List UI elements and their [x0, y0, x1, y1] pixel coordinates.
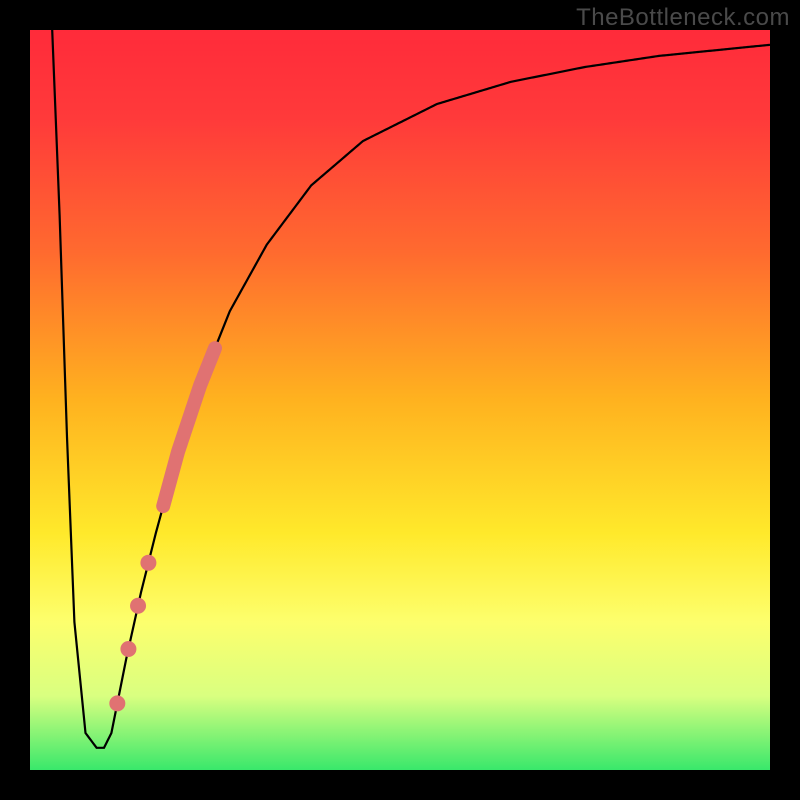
marker-dot: [140, 555, 156, 571]
bottleneck-curve: [52, 30, 770, 748]
curve-svg: [30, 30, 770, 770]
plot-area: [30, 30, 770, 770]
watermark-text: TheBottleneck.com: [576, 4, 790, 32]
marker-dot: [120, 641, 136, 657]
chart-frame: TheBottleneck.com: [0, 0, 800, 800]
marker-dot: [109, 695, 125, 711]
marker-thick-segment: [163, 348, 215, 506]
marker-dot: [130, 598, 146, 614]
